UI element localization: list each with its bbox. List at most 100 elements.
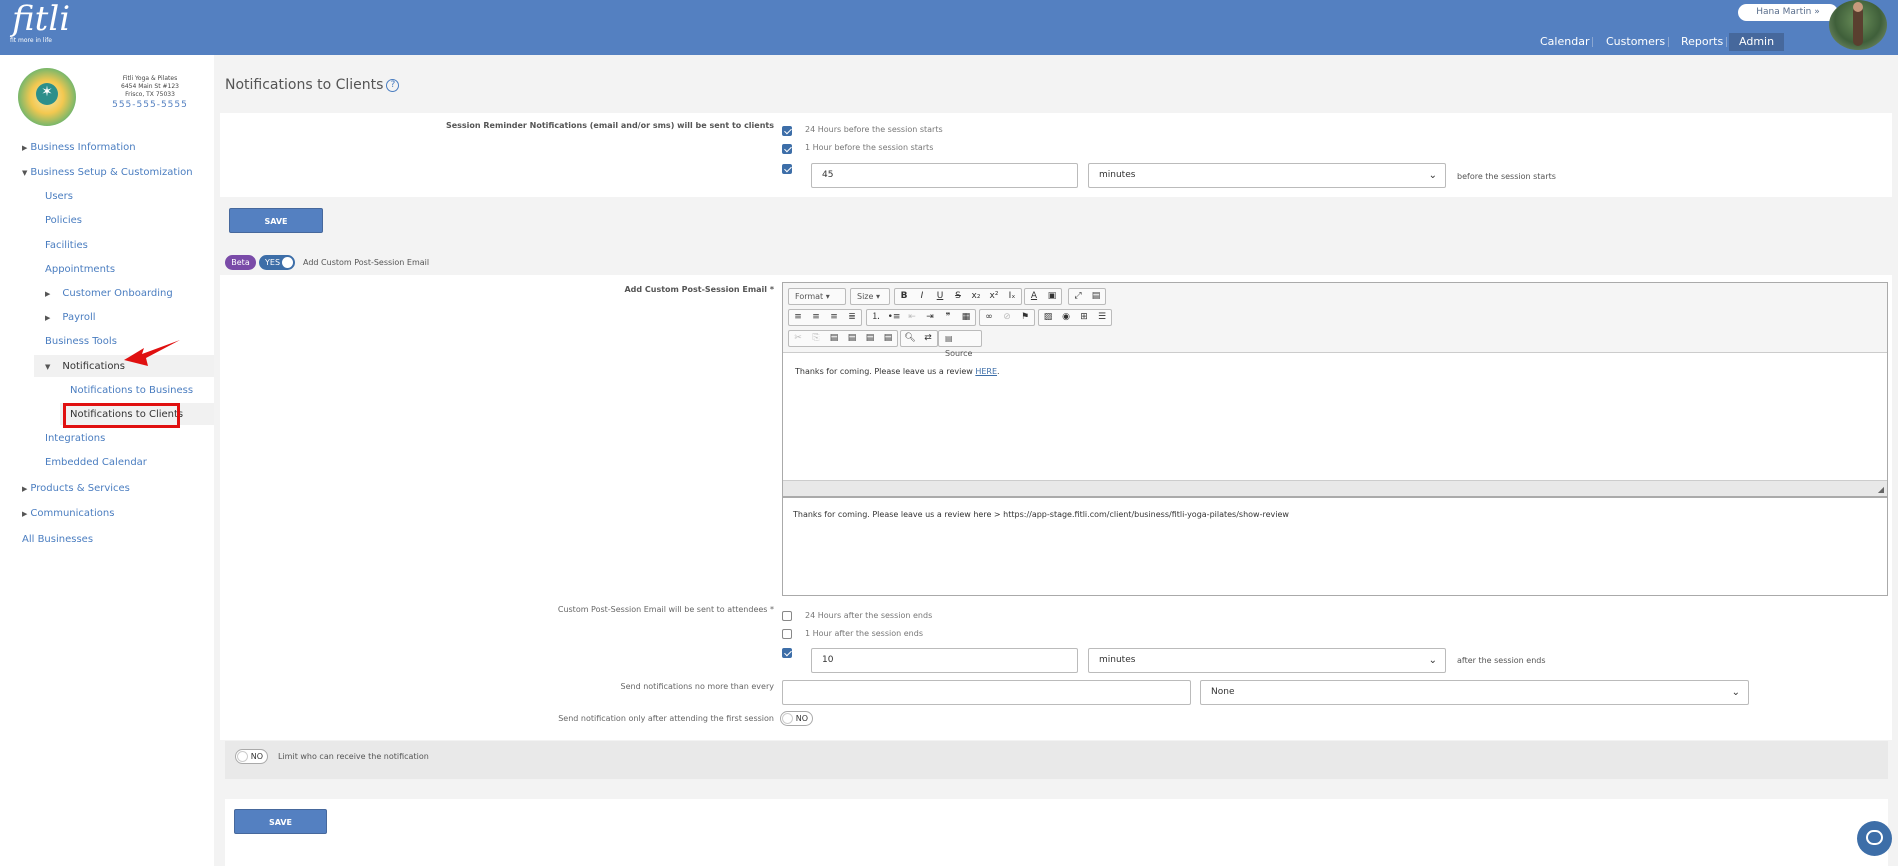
post-session-toggle[interactable]: YES xyxy=(259,255,295,270)
sidebar-item-integrations[interactable]: Integrations xyxy=(45,432,105,446)
bulleted-list-icon[interactable]: •≡ xyxy=(885,310,903,325)
post-session-custom-value-input[interactable]: 10 xyxy=(811,648,1078,673)
sidebar-item-business-information[interactable]: ▶ Business Information xyxy=(22,141,136,155)
reminder-24h-label: 24 Hours before the session starts xyxy=(805,125,943,134)
bold-icon[interactable]: B xyxy=(895,289,913,304)
unlink-icon[interactable]: ⊘ xyxy=(998,310,1016,325)
maximize-icon[interactable]: ⤢ xyxy=(1069,289,1087,304)
page-title: Notifications to Clients? xyxy=(225,77,400,93)
color-group: A ▣ xyxy=(1024,288,1062,305)
sidebar-item-notifications-business[interactable]: Notifications to Business xyxy=(70,384,193,398)
reminder-24h-checkbox[interactable] xyxy=(782,126,792,136)
reminder-1h-checkbox[interactable] xyxy=(782,144,792,154)
indent-icon[interactable]: ⇥ xyxy=(921,310,939,325)
caret-right-icon: ▶ xyxy=(45,314,51,322)
limit-toggle[interactable]: NO xyxy=(235,749,268,764)
align-left-icon[interactable]: ≡ xyxy=(789,310,807,325)
cut-icon[interactable]: ✂ xyxy=(789,331,807,346)
superscript-icon[interactable]: x² xyxy=(985,289,1003,304)
paste-word-icon[interactable]: ▤ xyxy=(861,331,879,346)
chat-button[interactable] xyxy=(1857,821,1892,856)
insert-group: ▨ ◉ ⊞ ☰ xyxy=(1038,309,1112,326)
subscript-icon[interactable]: x₂ xyxy=(967,289,985,304)
sidebar-item-customer-onboarding[interactable]: ▶ Customer Onboarding xyxy=(45,287,173,301)
flash-icon[interactable]: ◉ xyxy=(1057,310,1075,325)
numbered-list-icon[interactable]: ⒈ xyxy=(867,310,885,325)
business-logo: ✶ xyxy=(18,68,76,126)
sidebar-item-facilities[interactable]: Facilities xyxy=(45,239,88,253)
logo-tagline: fit more in life xyxy=(10,37,53,44)
nav-calendar[interactable]: Calendar xyxy=(1540,33,1589,51)
find-icon[interactable]: 🔍︎ xyxy=(901,331,919,346)
editor-body[interactable]: Thanks for coming. Please leave us a rev… xyxy=(783,354,1887,479)
editor-status-bar: ◢ xyxy=(783,480,1887,496)
text-color-icon[interactable]: A xyxy=(1025,289,1043,304)
save-button-bottom[interactable]: SAVE xyxy=(234,809,327,834)
sidebar-item-policies[interactable]: Policies xyxy=(45,214,82,228)
avatar[interactable] xyxy=(1829,0,1887,50)
replace-icon[interactable]: ⇄ xyxy=(919,331,937,346)
blockquote-icon[interactable]: ❞ xyxy=(939,310,957,325)
sidebar-item-business-tools[interactable]: Business Tools xyxy=(45,335,117,349)
sidebar-item-appointments[interactable]: Appointments xyxy=(45,263,115,277)
paste-special-icon[interactable]: ▤ xyxy=(879,331,897,346)
copy-icon[interactable]: ⎘ xyxy=(807,331,825,346)
nav-customers[interactable]: Customers xyxy=(1606,33,1665,51)
sidebar-item-products-services[interactable]: ▶ Products & Services xyxy=(22,482,130,496)
first-session-toggle[interactable]: NO xyxy=(780,711,813,726)
link-group: ∞ ⊘ ⚑ xyxy=(979,309,1035,326)
source-button[interactable]: ▤ Source xyxy=(938,330,982,358)
nav-admin[interactable]: Admin xyxy=(1729,33,1785,51)
image-icon[interactable]: ▨ xyxy=(1039,310,1057,325)
reminder-custom-checkbox[interactable] xyxy=(782,164,792,174)
align-center-icon[interactable]: ≡ xyxy=(807,310,825,325)
fitli-logo[interactable]: fitli xyxy=(12,0,70,38)
outdent-icon[interactable]: ⇤ xyxy=(903,310,921,325)
post-session-24h-checkbox[interactable] xyxy=(782,611,792,621)
link-icon[interactable]: ∞ xyxy=(980,310,998,325)
show-blocks-icon[interactable]: ▤ xyxy=(1087,289,1105,304)
resize-handle-icon[interactable]: ◢ xyxy=(1878,485,1884,494)
editor-toolbar: Format ▾ Size ▾ B I U S x₂ x² Iₓ A ▣ ⤢ ▤… xyxy=(783,283,1887,358)
justify-icon[interactable]: ≣ xyxy=(843,310,861,325)
sidebar-item-payroll[interactable]: ▶ Payroll xyxy=(45,311,96,325)
caret-right-icon: ▶ xyxy=(22,144,28,152)
save-button[interactable]: SAVE xyxy=(229,208,323,233)
div-container-icon[interactable]: ▦ xyxy=(957,310,975,325)
nav-reports[interactable]: Reports xyxy=(1681,33,1723,51)
user-menu[interactable]: Hana Martin » xyxy=(1738,4,1838,21)
reminder-unit-select[interactable]: minutes ⌄ xyxy=(1088,163,1446,188)
horizontal-line-icon[interactable]: ☰ xyxy=(1093,310,1111,325)
strikethrough-icon[interactable]: S xyxy=(949,289,967,304)
help-icon[interactable]: ? xyxy=(386,79,400,92)
post-session-1h-checkbox[interactable] xyxy=(782,629,792,639)
sidebar-item-business-setup[interactable]: ▼ Business Setup & Customization xyxy=(22,166,193,180)
sidebar-item-embedded-calendar[interactable]: Embedded Calendar xyxy=(45,456,147,470)
business-name: Fitli Yoga & Pilates xyxy=(122,75,178,82)
post-session-unit-select[interactable]: minutes ⌄ xyxy=(1088,648,1446,673)
paste-text-icon[interactable]: ▤ xyxy=(843,331,861,346)
sidebar-item-notifications[interactable]: ▼ Notifications xyxy=(45,360,125,374)
background-color-icon[interactable]: ▣ xyxy=(1043,289,1061,304)
format-dropdown[interactable]: Format ▾ xyxy=(788,288,846,305)
plain-text-textarea[interactable]: Thanks for coming. Please leave us a rev… xyxy=(782,497,1888,596)
anchor-icon[interactable]: ⚑ xyxy=(1016,310,1034,325)
sidebar-item-all-businesses[interactable]: All Businesses xyxy=(22,533,93,547)
size-dropdown[interactable]: Size ▾ xyxy=(850,288,890,305)
review-link[interactable]: HERE xyxy=(975,367,997,376)
annotation-arrow-icon xyxy=(124,340,180,366)
post-session-toggle-label: Add Custom Post-Session Email xyxy=(303,258,430,267)
sidebar-item-communications[interactable]: ▶ Communications xyxy=(22,507,114,521)
table-icon[interactable]: ⊞ xyxy=(1075,310,1093,325)
italic-icon[interactable]: I xyxy=(913,289,931,304)
no-more-than-unit-select[interactable]: None ⌄ xyxy=(1200,680,1749,705)
underline-icon[interactable]: U xyxy=(931,289,949,304)
align-right-icon[interactable]: ≡ xyxy=(825,310,843,325)
remove-format-icon[interactable]: Iₓ xyxy=(1003,289,1021,304)
post-session-custom-checkbox[interactable] xyxy=(782,648,792,658)
reminder-custom-value-input[interactable]: 45 xyxy=(811,163,1078,188)
post-session-suffix: after the session ends xyxy=(1457,656,1546,665)
sidebar-item-users[interactable]: Users xyxy=(45,190,73,204)
no-more-than-input[interactable] xyxy=(782,680,1191,705)
paste-icon[interactable]: ▤ xyxy=(825,331,843,346)
